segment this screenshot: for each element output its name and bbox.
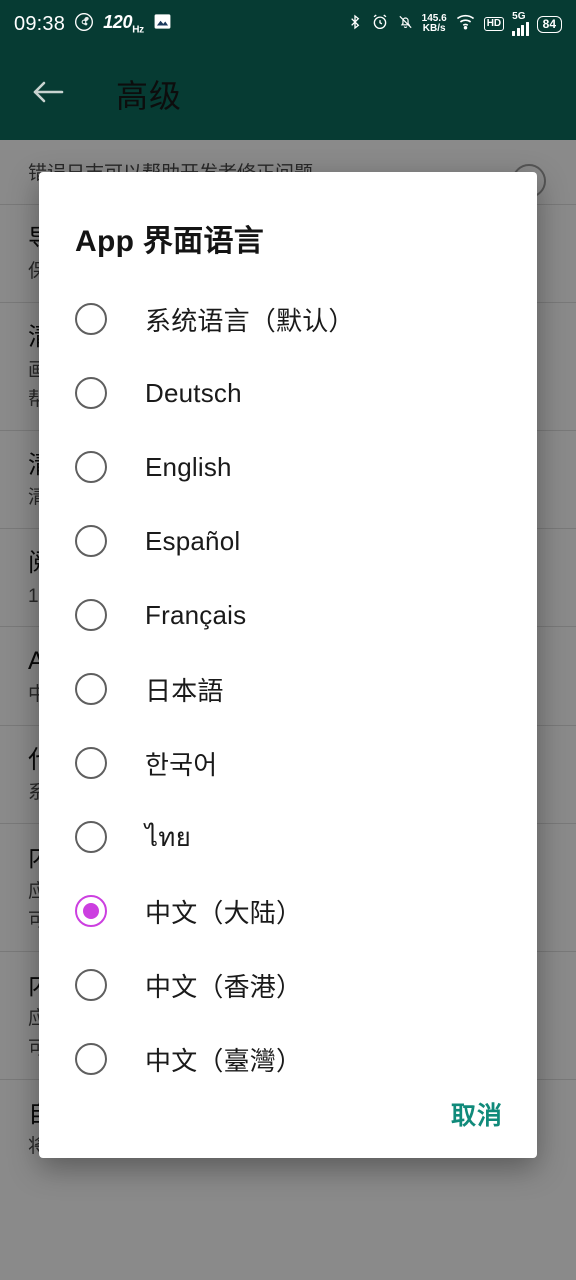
page-title: 高级 [116, 78, 183, 114]
alarm-icon [371, 13, 389, 36]
radio-button-icon[interactable] [75, 525, 107, 557]
language-option-label: 한국어 [145, 749, 218, 780]
language-option[interactable]: ไทย [39, 800, 537, 874]
language-option-label: 中文（大陆） [145, 897, 303, 928]
language-option-label: ไทย [145, 821, 192, 852]
bluetooth-icon [347, 13, 363, 36]
language-option[interactable]: Français [39, 578, 537, 652]
language-option-label: 系统语言（默认） [145, 305, 355, 336]
battery-indicator: 84 [536, 15, 562, 33]
radio-button-icon[interactable] [75, 969, 107, 1001]
phone-screen: 09:38 120Hz 145.6 KB/s HD 5G 84 高级 App 界… [0, 0, 576, 1280]
language-option[interactable]: 系统语言（默认） [39, 282, 537, 356]
language-option-label: English [145, 451, 232, 482]
app-bar: 高级 [0, 48, 576, 140]
language-option-list: 系统语言（默认） Deutsch English Español Françai… [39, 282, 537, 1096]
network-type-label: 5G [512, 11, 526, 22]
language-dialog: App 界面语言 系统语言（默认） Deutsch English Españo… [39, 172, 537, 1158]
language-option-label: Español [145, 525, 241, 556]
radio-button-icon[interactable] [75, 303, 107, 335]
status-bar-right: 145.6 KB/s HD 5G 84 [347, 12, 562, 36]
language-option-label: Français [145, 599, 247, 630]
bell-mute-icon [397, 13, 414, 36]
language-option-label: 中文（臺灣） [145, 1045, 303, 1076]
signal-bars-icon [512, 21, 529, 36]
dialog-actions: 取消 [39, 1096, 537, 1158]
language-option-label: 中文（香港） [145, 971, 303, 1002]
photo-icon [153, 12, 172, 36]
back-button[interactable] [12, 58, 84, 130]
language-option[interactable]: 中文（臺灣） [39, 1022, 537, 1096]
refresh-rate-indicator: 120Hz [103, 12, 144, 36]
language-option[interactable]: 中文（香港） [39, 948, 537, 1022]
language-option-selected[interactable]: 中文（大陆） [39, 874, 537, 948]
language-option[interactable]: Deutsch [39, 356, 537, 430]
radio-button-icon[interactable] [75, 747, 107, 779]
hd-icon: HD [483, 17, 505, 31]
radio-button-icon[interactable] [75, 1043, 107, 1075]
language-option[interactable]: English [39, 430, 537, 504]
fan-icon [74, 12, 94, 37]
radio-button-icon[interactable] [75, 377, 107, 409]
dialog-title: App 界面语言 [75, 225, 265, 258]
radio-button-icon[interactable] [75, 451, 107, 483]
radio-button-icon[interactable] [75, 599, 107, 631]
radio-button-icon[interactable] [75, 895, 107, 927]
status-clock: 09:38 [14, 12, 66, 35]
status-bar-left: 09:38 120Hz [14, 12, 347, 37]
radio-button-icon[interactable] [75, 673, 107, 705]
network-speed: 145.6 KB/s [421, 13, 447, 34]
wifi-icon [455, 13, 476, 35]
language-option-label: 日本語 [145, 675, 224, 706]
language-option[interactable]: 日本語 [39, 652, 537, 726]
status-bar: 09:38 120Hz 145.6 KB/s HD 5G 84 [0, 0, 576, 48]
language-option[interactable]: 한국어 [39, 726, 537, 800]
radio-button-icon[interactable] [75, 821, 107, 853]
cancel-button[interactable]: 取消 [451, 1096, 503, 1132]
language-option[interactable]: Español [39, 504, 537, 578]
back-arrow-icon [31, 77, 65, 112]
cellular-indicator: 5G [512, 12, 529, 36]
language-option-label: Deutsch [145, 377, 242, 408]
